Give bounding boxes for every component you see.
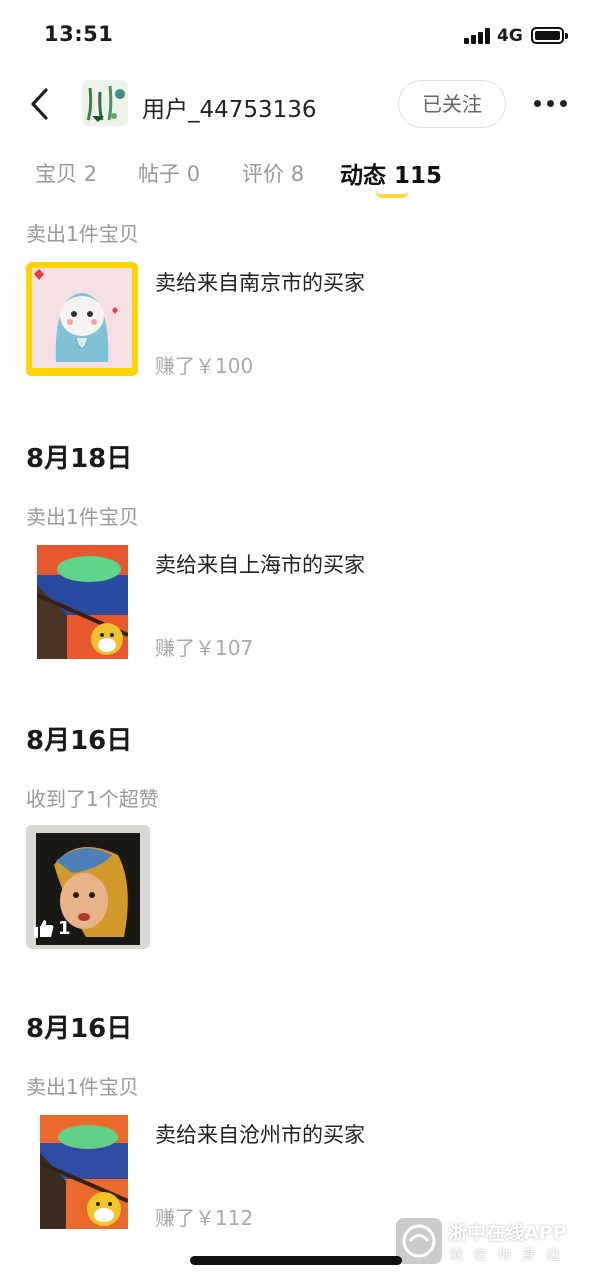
- sold-description: 卖给来自南京市的买家: [155, 271, 365, 295]
- profile-tabs: 宝贝 2 帖子 0 评价 8 动态 115: [0, 150, 591, 200]
- network-type: 4G: [497, 26, 523, 46]
- tab-items-count: 2: [83, 162, 98, 186]
- scream-painting-thumbnail-icon: [37, 545, 128, 659]
- following-button[interactable]: 已关注: [398, 80, 506, 128]
- earned-amount: 赚了￥100: [155, 354, 254, 378]
- chevron-left-icon: [31, 88, 48, 120]
- tab-items[interactable]: 宝贝 2: [35, 158, 97, 188]
- earned-amount: 赚了￥107: [155, 636, 254, 660]
- sold-description: 卖给来自沧州市的买家: [155, 1123, 365, 1147]
- avatar[interactable]: [82, 80, 128, 126]
- status-time: 13:51: [44, 22, 114, 46]
- tab-activity-count: 115: [394, 163, 443, 189]
- date-heading: 8月16日: [26, 1014, 133, 1044]
- active-tab-indicator: [376, 192, 408, 198]
- item-thumbnail[interactable]: [26, 262, 138, 376]
- watermark: 浙中在线APP 就在你身边: [396, 1216, 588, 1268]
- tab-reviews[interactable]: 评价 8: [242, 158, 304, 188]
- date-heading: 8月18日: [26, 444, 133, 474]
- home-indicator[interactable]: [190, 1256, 402, 1265]
- tab-posts[interactable]: 帖子 0: [138, 158, 200, 188]
- tab-reviews-count: 8: [290, 162, 305, 186]
- watermark-title: 浙中在线APP: [448, 1222, 567, 1244]
- event-label: 收到了1个超赞: [26, 787, 159, 811]
- sold-description: 卖给来自上海市的买家: [155, 553, 365, 577]
- event-label: 卖出1件宝贝: [26, 1075, 139, 1099]
- thumbs-up-icon: [34, 919, 54, 938]
- event-label: 卖出1件宝贝: [26, 222, 139, 246]
- tab-posts-count: 0: [186, 162, 201, 186]
- tab-posts-label: 帖子: [138, 162, 180, 186]
- item-thumbnail[interactable]: [40, 1115, 128, 1229]
- battery-icon: [531, 27, 568, 44]
- more-options-button[interactable]: [530, 94, 570, 114]
- tab-activity[interactable]: 动态 115: [340, 156, 442, 190]
- event-label: 卖出1件宝贝: [26, 505, 139, 529]
- username: 用户_44753136: [142, 97, 317, 123]
- scream-painting-thumbnail-icon: [40, 1115, 128, 1229]
- cat-drawing-thumbnail-icon: [32, 268, 132, 368]
- item-thumbnail[interactable]: [37, 545, 128, 659]
- watermark-subtitle: 就在你身边: [450, 1248, 571, 1263]
- earned-amount: 赚了￥112: [155, 1206, 254, 1230]
- date-heading: 8月16日: [26, 726, 133, 756]
- watermark-logo-icon: [396, 1218, 442, 1264]
- status-bar: 13:51 4G: [0, 0, 591, 72]
- profile-header: 用户_44753136 已关注: [0, 72, 591, 136]
- tab-activity-label: 动态: [340, 163, 386, 189]
- signal-icon: [464, 28, 492, 44]
- like-count-overlay: 1: [34, 918, 71, 939]
- tab-reviews-label: 评价: [242, 162, 284, 186]
- tab-items-label: 宝贝: [35, 162, 77, 186]
- like-count: 1: [58, 918, 71, 939]
- liked-thumbnail[interactable]: 1: [26, 825, 150, 949]
- back-button[interactable]: [24, 84, 60, 124]
